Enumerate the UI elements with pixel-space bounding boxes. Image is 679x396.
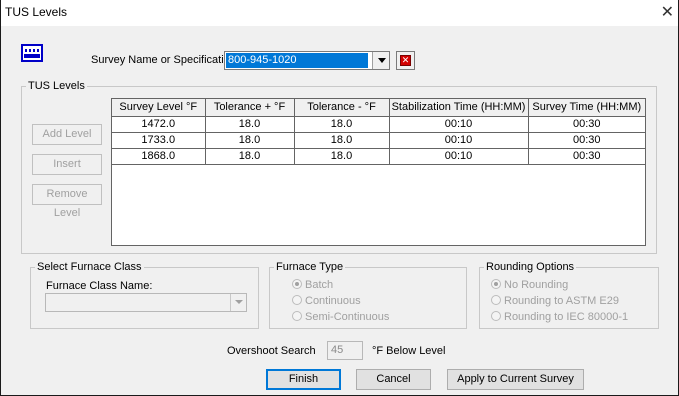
cancel-button[interactable]: Cancel [356,369,431,390]
remove-level-button[interactable]: Remove Level [32,184,102,219]
tolerance-minus-cell[interactable]: 18.0 [294,116,390,133]
tolerance-plus-cell[interactable]: 18.0 [205,132,295,149]
radio-selected-icon [292,279,302,289]
tus-levels-table: Survey Level °F Tolerance + °F Tolerance… [112,99,645,165]
survey-name-value: 800-945-1020 [226,53,368,68]
survey-time-cell[interactable]: 00:30 [528,116,645,133]
tolerance-minus-cell[interactable]: 18.0 [294,132,390,149]
stabilization-time-cell[interactable]: 00:10 [389,116,529,133]
furnace-type-semi-continuous-radio[interactable]: Semi-Continuous [292,310,389,324]
stabilization-time-cell[interactable]: 00:10 [389,132,529,149]
column-header[interactable]: Tolerance - °F [294,99,390,117]
tus-app-icon [21,44,43,62]
rounding-astm-e29-radio[interactable]: Rounding to ASTM E29 [491,294,619,308]
survey-name-dropdown[interactable]: 800-945-1020 [224,51,390,70]
overshoot-search-label: Overshoot Search [227,345,316,357]
furnace-class-name-label: Furnace Class Name: [46,280,153,292]
tus-levels-dialog: TUS Levels ✕ Survey Name or Specificatio… [0,0,679,396]
furnace-class-dropdown[interactable] [45,293,247,312]
table-row[interactable]: 1868.0 18.0 18.0 00:10 00:30 [112,148,645,165]
close-icon[interactable]: ✕ [661,2,674,22]
window-title: TUS Levels [5,5,68,19]
rounding-iec-80000-radio[interactable]: Rounding to IEC 80000-1 [491,310,628,324]
radio-icon [292,295,302,305]
title-bar: TUS Levels ✕ [1,0,678,26]
radio-label: Batch [305,279,334,291]
chevron-down-icon[interactable] [230,294,246,311]
tolerance-minus-cell[interactable]: 18.0 [294,148,390,165]
rounding-options-legend: Rounding Options [486,261,575,273]
furnace-type-batch-radio[interactable]: Batch [292,278,333,292]
add-level-button[interactable]: Add Level [32,124,102,145]
survey-name-label: Survey Name or Specification: [91,54,239,66]
insert-level-button[interactable]: Insert [32,154,102,175]
radio-label: Semi-Continuous [305,311,390,323]
table-row[interactable]: 1472.0 18.0 18.0 00:10 00:30 [112,116,645,133]
tolerance-plus-cell[interactable]: 18.0 [205,116,295,133]
survey-level-cell[interactable]: 1472.0 [112,116,206,133]
clear-survey-button[interactable]: ✕ [396,51,415,70]
radio-label: No Rounding [504,279,569,291]
finish-button[interactable]: Finish [266,369,341,390]
overshoot-unit-label: °F Below Level [372,345,446,357]
radio-label: Rounding to ASTM E29 [504,295,619,307]
column-header[interactable]: Tolerance + °F [205,99,295,117]
column-header[interactable]: Survey Time (HH:MM) [528,99,645,117]
radio-icon [491,295,501,305]
survey-level-cell[interactable]: 1733.0 [112,132,206,149]
furnace-type-continuous-radio[interactable]: Continuous [292,294,361,308]
stabilization-time-cell[interactable]: 00:10 [389,148,529,165]
chevron-down-icon[interactable] [372,52,389,69]
overshoot-search-input[interactable]: 45 [327,341,363,360]
rounding-none-radio[interactable]: No Rounding [491,278,568,292]
furnace-type-legend: Furnace Type [276,261,344,273]
furnace-class-legend: Select Furnace Class [37,261,142,273]
column-header[interactable]: Survey Level °F [112,99,206,117]
radio-selected-icon [491,279,501,289]
survey-time-cell[interactable]: 00:30 [528,132,645,149]
delete-icon: ✕ [400,55,411,66]
tolerance-plus-cell[interactable]: 18.0 [205,148,295,165]
tus-levels-grid[interactable]: Survey Level °F Tolerance + °F Tolerance… [111,98,646,246]
table-row[interactable]: 1733.0 18.0 18.0 00:10 00:30 [112,132,645,149]
survey-time-cell[interactable]: 00:30 [528,148,645,165]
radio-label: Continuous [305,295,361,307]
radio-icon [491,311,501,321]
radio-label: Rounding to IEC 80000-1 [504,311,629,323]
column-header[interactable]: Stabilization Time (HH:MM) [389,99,529,117]
tus-levels-legend: TUS Levels [28,80,85,92]
survey-level-cell[interactable]: 1868.0 [112,148,206,165]
radio-icon [292,311,302,321]
apply-to-current-survey-button[interactable]: Apply to Current Survey [447,369,584,390]
table-header-row: Survey Level °F Tolerance + °F Tolerance… [112,99,645,117]
